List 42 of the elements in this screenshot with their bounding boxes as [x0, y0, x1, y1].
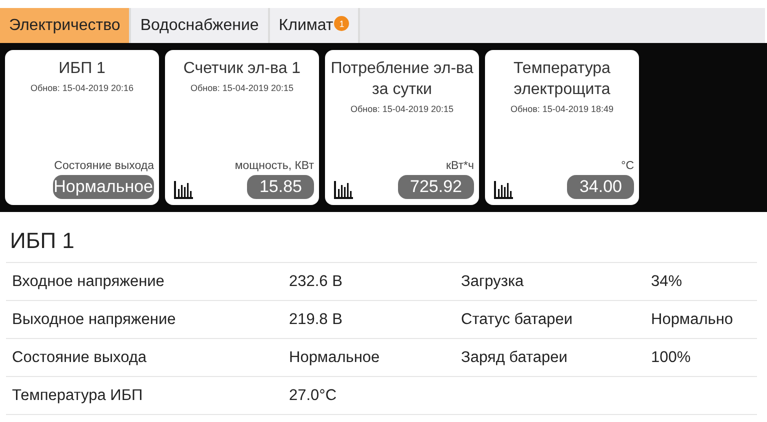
value-pill: 15.85	[247, 175, 314, 199]
card-title: ИБП 1	[58, 59, 106, 79]
value-pill: 34.00	[567, 175, 634, 199]
bar-chart-icon[interactable]	[494, 181, 514, 199]
card-title: Потребление эл-ва за сутки	[330, 59, 474, 100]
update-time: Обнов: 15-04-2019 18:49	[510, 104, 614, 114]
sensor-card[interactable]: Потребление эл-ва за сутки Обнов: 15-04-2019 20:15 кВт*ч 725.92	[325, 50, 479, 205]
sensor-card[interactable]: ИБП 1 Обнов: 15-04-2019 20:16 Состояние выхода Нормальное	[5, 50, 159, 205]
card-title: Счетчик эл-ва 1	[183, 59, 301, 79]
table-cell-text: 27.0°C	[289, 386, 338, 404]
table-cell-text: Выходное напряжение	[12, 310, 177, 328]
value-pill: Нормальное	[52, 175, 154, 199]
table-cell-text: Входное напряжение	[12, 272, 166, 290]
notification-badge: 1	[334, 16, 350, 31]
sensor-card[interactable]: Счетчик эл-ва 1 Обнов: 15-04-2019 20:15 мощность, КВт 15.85	[165, 50, 319, 205]
tab[interactable]: Электричество	[0, 8, 132, 43]
update-time: Обнов: 15-04-2019 20:16	[30, 83, 134, 93]
table-cell-text: Температура ИБП	[12, 386, 144, 404]
value-pill: 725.92	[398, 175, 474, 199]
table-cell-text: Заряд батареи	[461, 348, 568, 366]
tab[interactable]: Водоснабжение	[131, 8, 270, 43]
unit-label: Состояние выхода	[54, 160, 154, 172]
table-cell-text: Нормально	[651, 310, 734, 328]
table-cell-text: 100%	[651, 348, 692, 366]
table-cell-text: Статус батареи	[461, 310, 574, 328]
update-time: Обнов: 15-04-2019 20:15	[190, 83, 294, 93]
table-cell-text: 232.6 В	[289, 272, 344, 290]
card-title: Температура электрощита	[512, 59, 612, 100]
unit-label: мощность, КВт	[234, 160, 314, 172]
bar-chart-icon[interactable]	[174, 181, 194, 199]
sensor-card[interactable]: Температура электрощита Обнов: 15-04-2019 18:49 °C 34.00	[485, 50, 639, 205]
table-cell-text: Загрузка	[461, 272, 525, 290]
table-cell-text: 34%	[651, 272, 684, 290]
section-title: ИБП 1	[9, 227, 76, 255]
unit-label: °C	[621, 160, 634, 172]
table-cell-text: 219.8 В	[289, 310, 344, 328]
bar-chart-icon[interactable]	[334, 181, 354, 199]
tab[interactable]: Климат 1	[270, 8, 360, 43]
update-time: Обнов: 15-04-2019 20:15	[350, 104, 454, 114]
unit-label: кВт*ч	[446, 160, 474, 172]
table-cell-text: Состояние выхода	[12, 348, 148, 366]
table-cell-text: Нормальное	[289, 348, 381, 366]
